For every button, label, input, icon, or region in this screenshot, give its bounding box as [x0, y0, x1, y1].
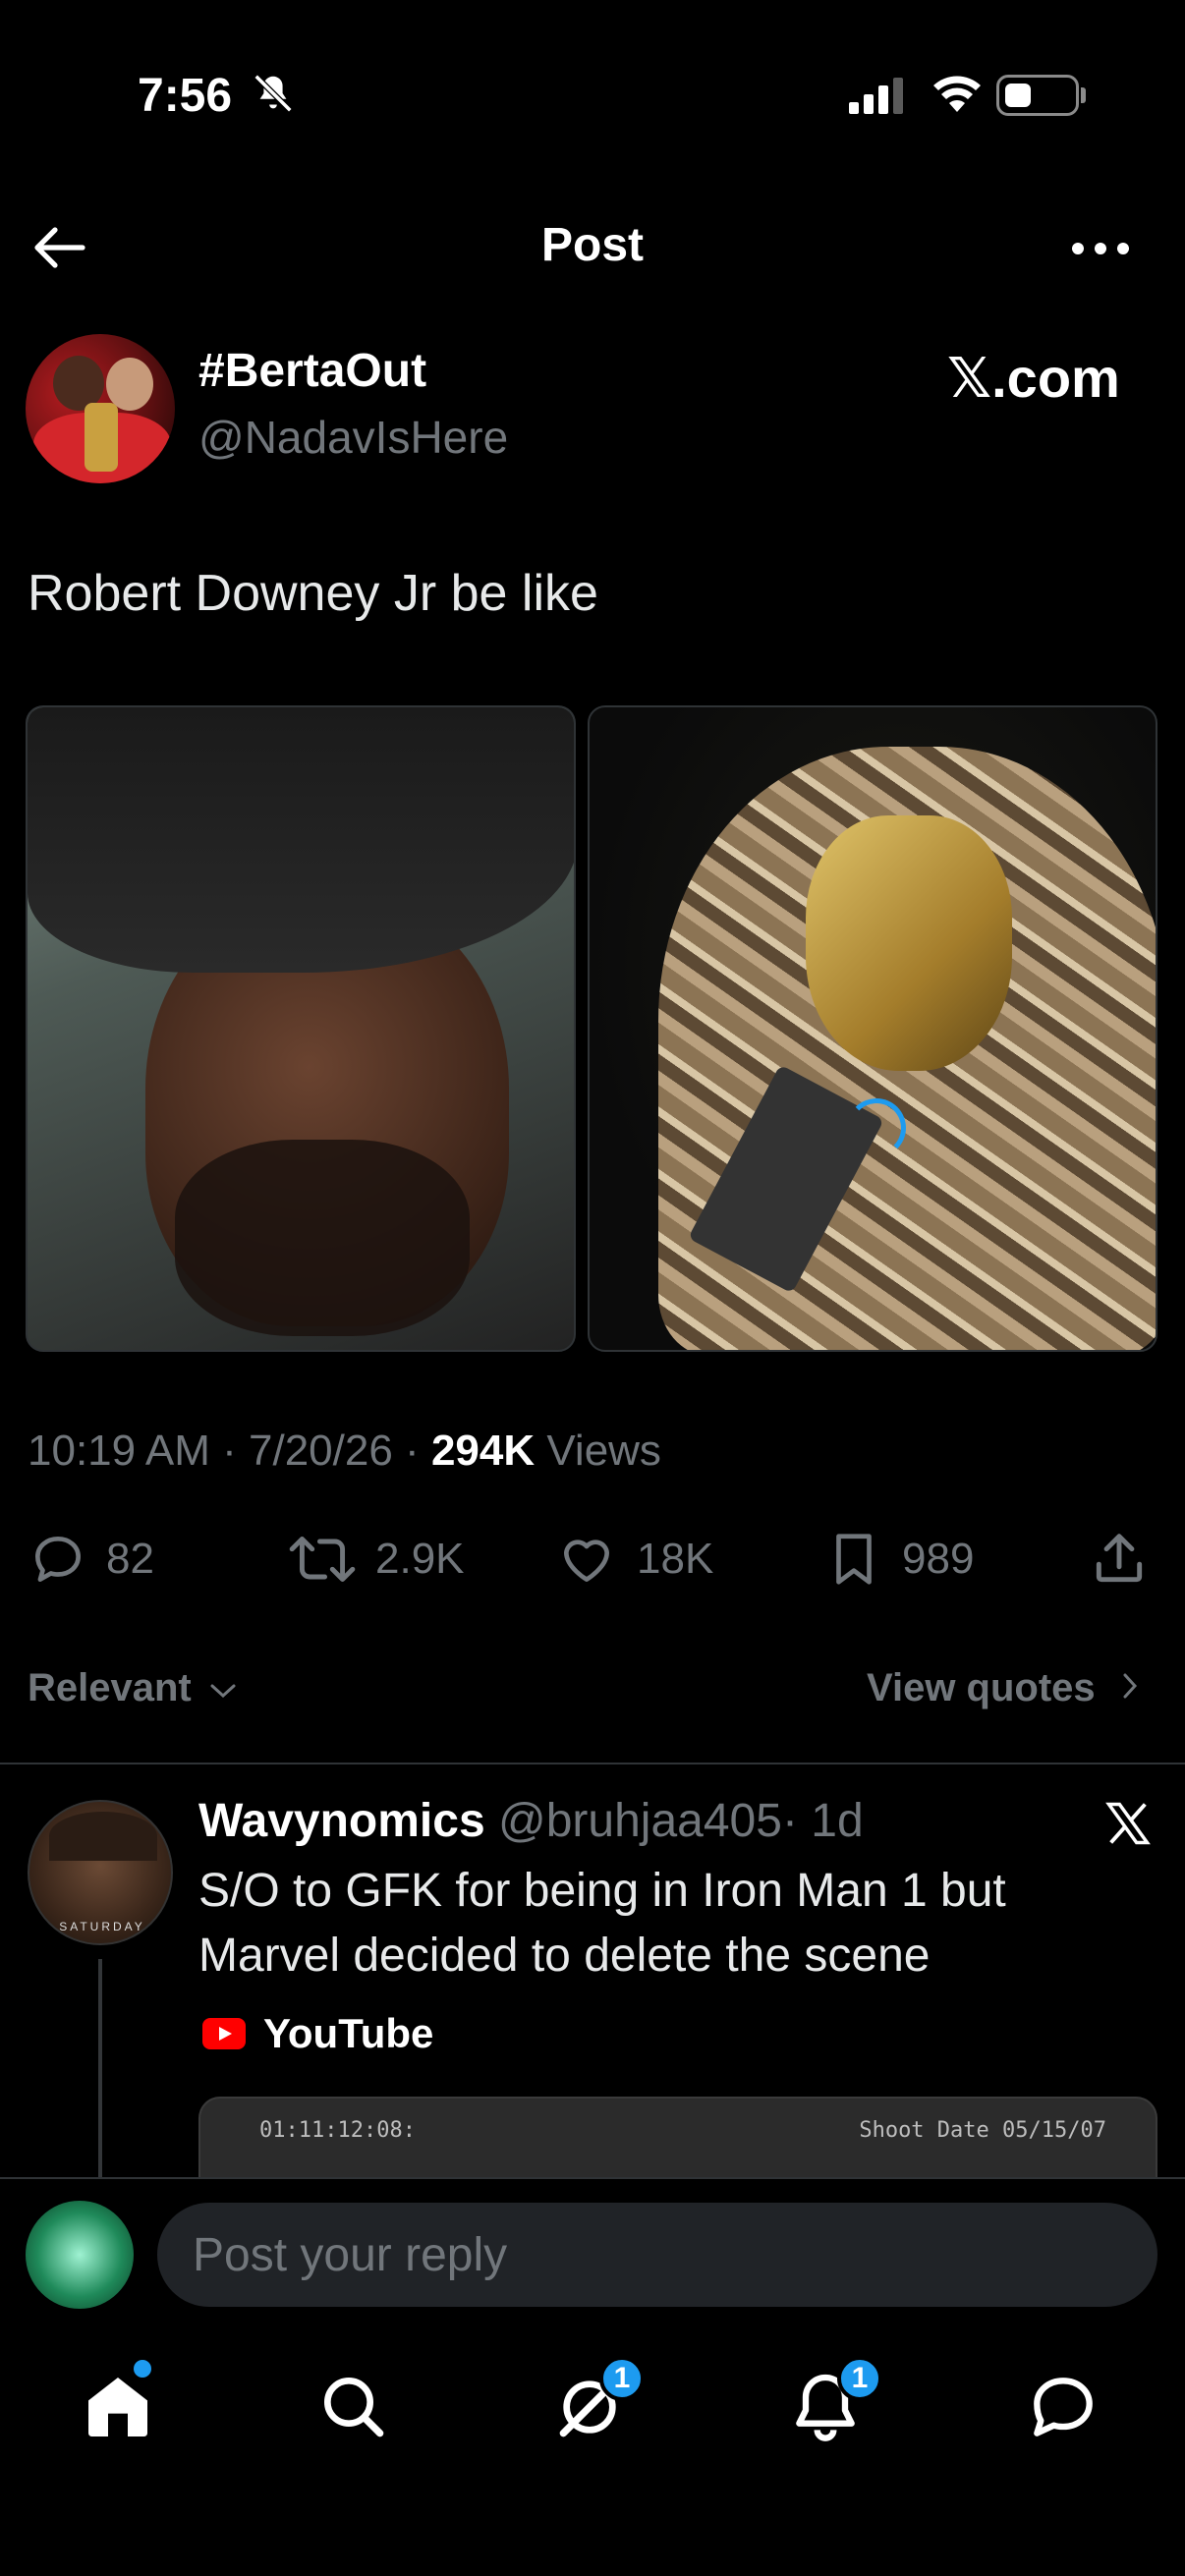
author-avatar[interactable] — [26, 334, 175, 483]
author-handle[interactable]: @NadavIsHere — [198, 411, 508, 464]
view-quotes-link[interactable]: View quotes — [867, 1666, 1140, 1710]
post-date: 7/20/26 — [249, 1427, 393, 1475]
chevron-down-icon — [210, 1684, 236, 1699]
author-display-name[interactable]: #BertaOut — [198, 344, 426, 398]
x-logo-icon — [1105, 1802, 1151, 1845]
bookmark-count: 989 — [902, 1535, 975, 1583]
reply-count: 82 — [106, 1535, 154, 1583]
like-button[interactable]: 18K — [554, 1529, 713, 1590]
reply-header: Wavynomics @bruhjaa405· 1d — [198, 1794, 864, 1848]
battery-tip — [1081, 87, 1086, 103]
avatar-caption: SATURDAY — [59, 1920, 145, 1933]
share-icon[interactable] — [1089, 1529, 1150, 1590]
source-label: 𝕏.com — [947, 347, 1120, 409]
heart-icon — [564, 1540, 609, 1582]
reply-input[interactable]: Post your reply — [157, 2203, 1157, 2307]
reply-avatar[interactable]: SATURDAY — [28, 1800, 173, 1945]
home-unread-dot — [134, 2360, 151, 2378]
repost-count: 2.9K — [375, 1535, 465, 1583]
notifications-badge: 1 — [837, 2356, 882, 2401]
views-count: 294K — [430, 1427, 536, 1475]
bookmark-button[interactable]: 989 — [823, 1529, 974, 1590]
like-count: 18K — [637, 1535, 714, 1583]
video-shoot-date: Shoot Date 05/15/07 — [859, 2118, 1106, 2143]
reply-author-handle[interactable]: @bruhjaa405 — [498, 1795, 782, 1847]
current-user-avatar[interactable] — [26, 2201, 134, 2309]
sort-dropdown[interactable]: Relevant — [28, 1666, 238, 1710]
thread-line — [98, 1959, 102, 2181]
post-meta: 10:19 AM · 7/20/26 · 294K Views — [28, 1427, 661, 1475]
more-options-icon[interactable] — [1071, 242, 1130, 255]
reply-author-name[interactable]: Wavynomics — [198, 1795, 485, 1847]
chevron-right-icon — [1123, 1673, 1137, 1699]
loading-spinner-icon — [847, 1098, 906, 1157]
video-preview[interactable]: 01:11:12:08: Shoot Date 05/15/07 — [198, 2097, 1157, 2185]
bell-slash-icon — [254, 74, 293, 113]
link-source-label: YouTube — [263, 2010, 434, 2056]
reply-text: S/O to GFK for being in Iron Man 1 but M… — [198, 1865, 1006, 1982]
cellular-signal-icon — [849, 78, 903, 114]
home-icon[interactable] — [79, 2368, 157, 2446]
sort-label: Relevant — [28, 1666, 192, 1709]
messages-badge: 1 — [599, 2356, 645, 2401]
divider — [0, 1763, 1185, 1764]
status-time: 7:56 — [138, 70, 233, 122]
reply-button[interactable]: 82 — [28, 1529, 154, 1590]
link-source[interactable]: YouTube — [202, 2010, 433, 2057]
video-timecode: 01:11:12:08: — [259, 2118, 416, 2143]
youtube-icon — [202, 2018, 246, 2049]
view-quotes-label: View quotes — [867, 1666, 1096, 1709]
post-image-right[interactable] — [588, 705, 1157, 1352]
reply-icon — [35, 1537, 81, 1582]
post-time: 10:19 AM — [28, 1427, 210, 1475]
page-title: Post — [540, 219, 644, 271]
repost-button[interactable]: 2.9K — [287, 1529, 465, 1590]
search-icon[interactable] — [314, 2368, 393, 2446]
post-image-left[interactable] — [26, 705, 576, 1352]
wifi-icon — [933, 76, 981, 112]
views-label: Views — [546, 1427, 661, 1475]
reply-time: · 1d — [781, 1795, 864, 1847]
battery-icon — [996, 75, 1079, 116]
bookmark-icon — [836, 1534, 872, 1585]
post-text: Robert Downey Jr be like — [28, 565, 598, 622]
messages-icon[interactable] — [1024, 2368, 1102, 2446]
repost-icon — [289, 1536, 356, 1583]
